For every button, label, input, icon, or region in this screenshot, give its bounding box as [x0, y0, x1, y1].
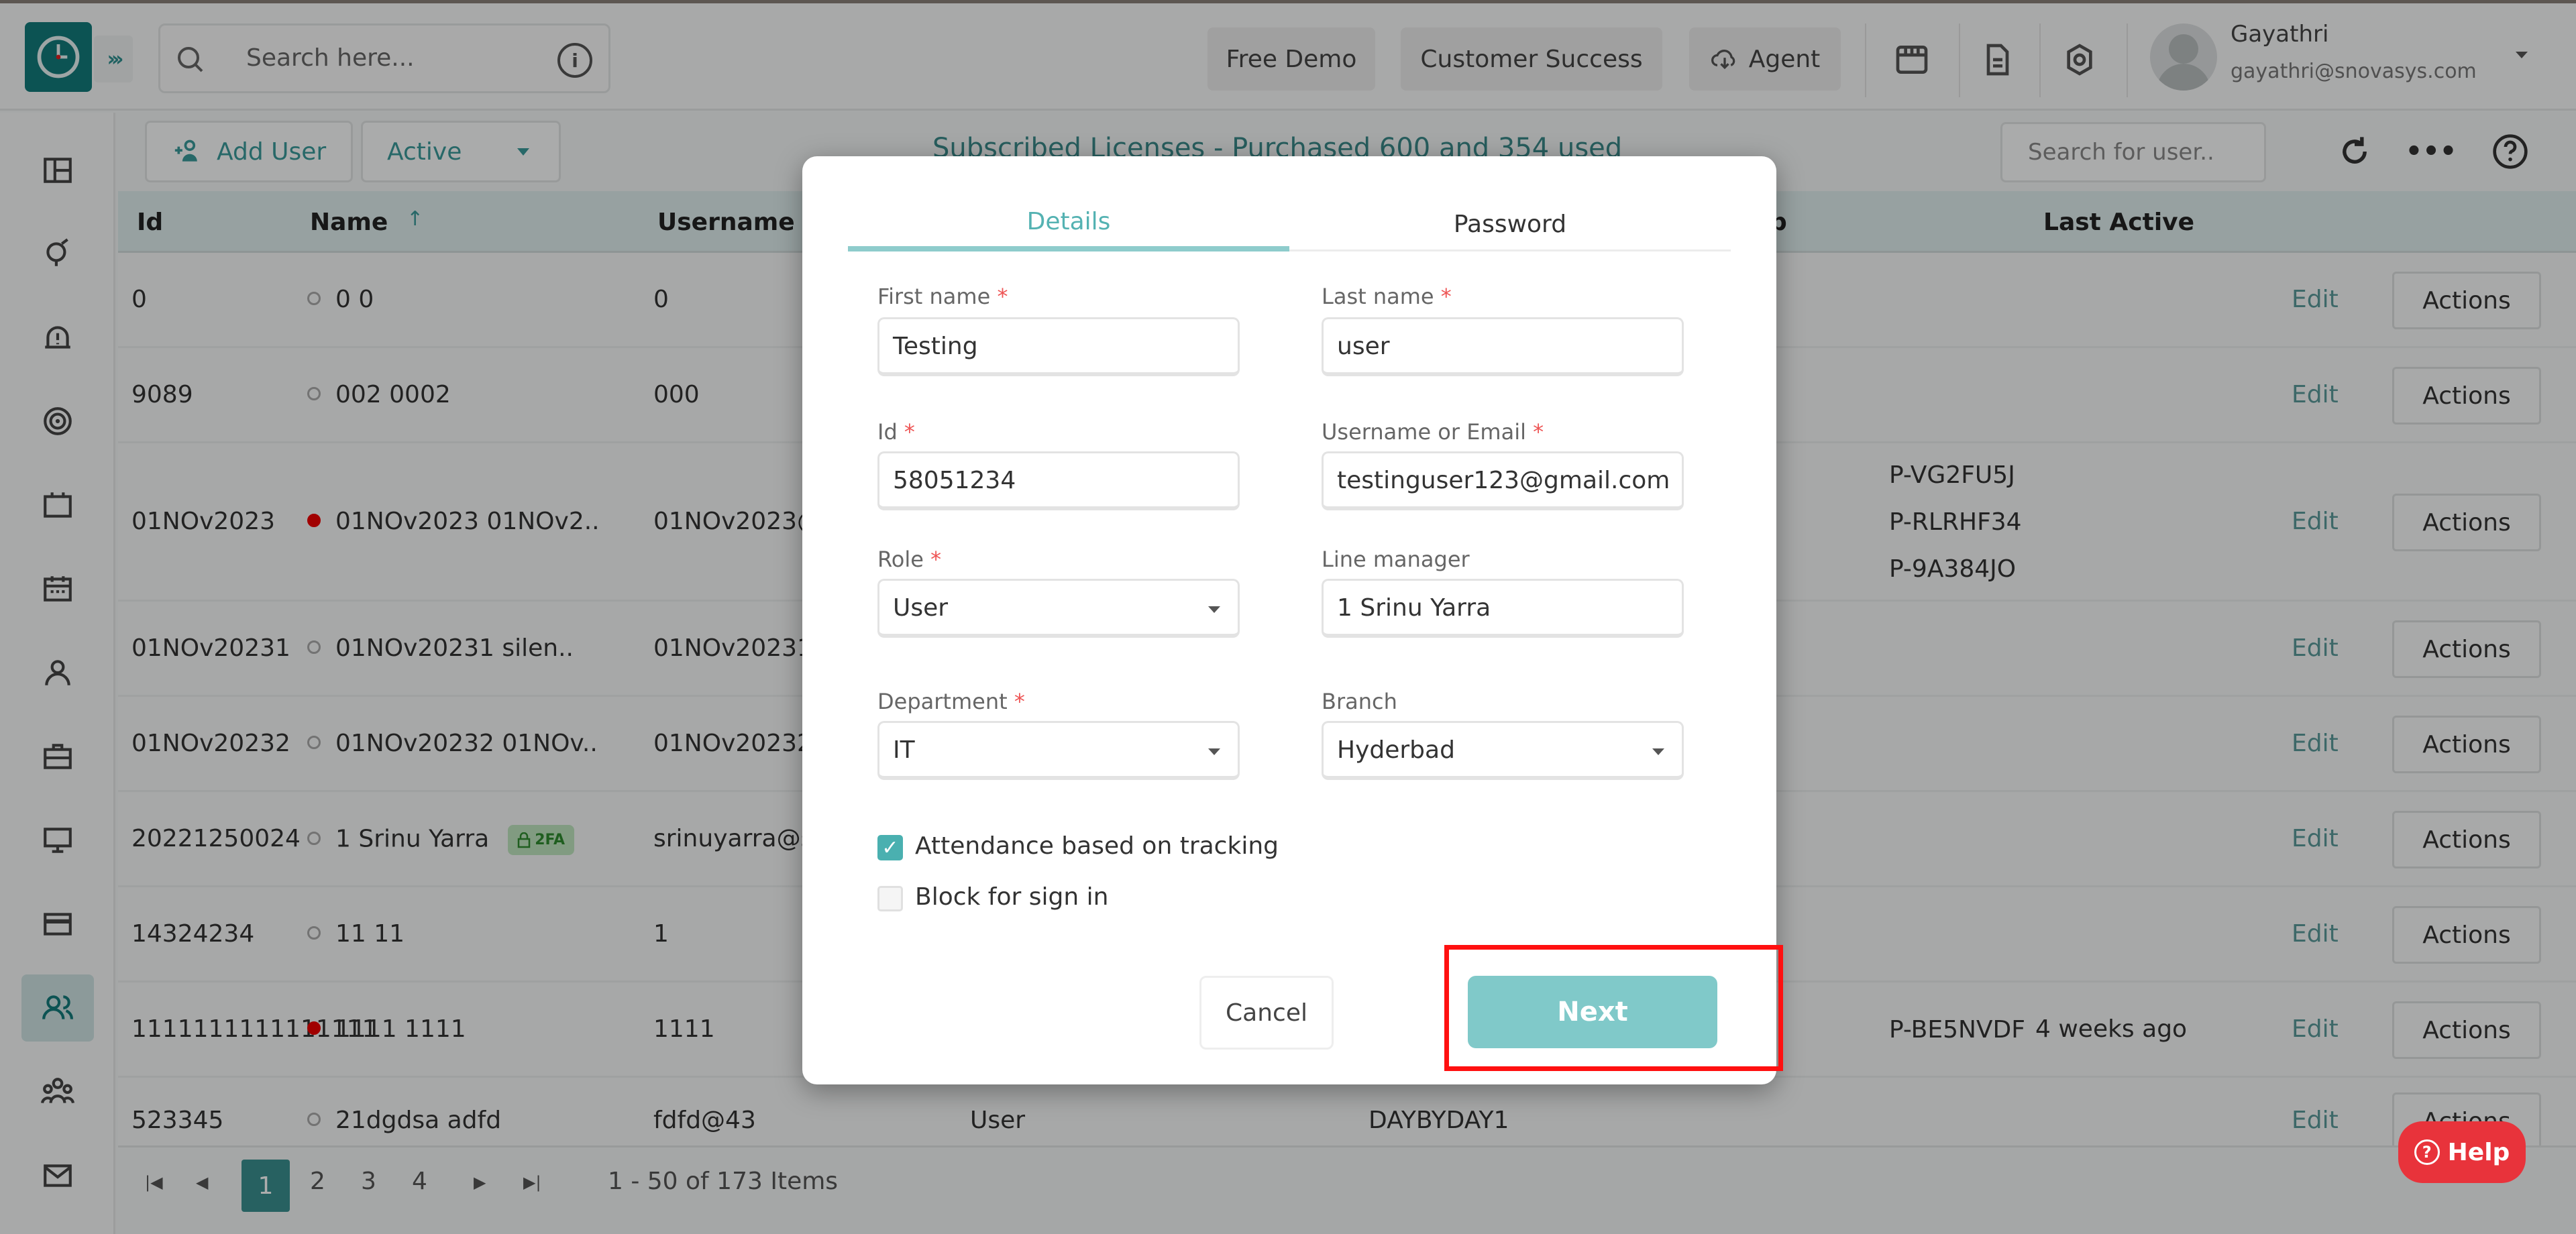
username-label: Username or Email *	[1322, 419, 1544, 445]
department-select[interactable]: IT	[877, 721, 1240, 780]
role-label: Role *	[877, 547, 942, 572]
attendance-checkbox[interactable]: ✓	[877, 835, 903, 860]
chevron-down-icon	[1208, 606, 1220, 613]
line-manager-value: 1 Srinu Yarra	[1337, 594, 1491, 622]
first-name-value: Testing	[893, 333, 978, 360]
line-manager-label: Line manager	[1322, 547, 1470, 572]
attendance-label[interactable]: Attendance based on tracking	[915, 832, 1279, 860]
checkmark-icon: ✓	[881, 836, 899, 860]
cancel-label: Cancel	[1226, 999, 1307, 1027]
last-name-input[interactable]: user	[1322, 317, 1684, 376]
line-manager-input[interactable]: 1 Srinu Yarra	[1322, 579, 1684, 638]
cancel-button[interactable]: Cancel	[1199, 976, 1334, 1050]
username-input[interactable]: testinguser123@gmail.com	[1322, 451, 1684, 510]
chevron-down-icon	[1208, 748, 1220, 755]
branch-value: Hyderbad	[1337, 736, 1455, 764]
first-name-label: First name *	[877, 284, 1008, 309]
role-value: User	[893, 594, 949, 622]
id-label: Id *	[877, 419, 915, 445]
department-value: IT	[893, 736, 915, 764]
department-label: Department *	[877, 689, 1025, 714]
username-value: testinguser123@gmail.com	[1337, 467, 1670, 494]
tab-password[interactable]: Password	[1289, 197, 1731, 251]
chevron-down-icon	[1652, 748, 1664, 755]
last-name-label: Last name *	[1322, 284, 1452, 309]
tab-details[interactable]: Details	[848, 197, 1289, 251]
block-signin-checkbox[interactable]	[877, 886, 903, 911]
question-circle-icon: ?	[2414, 1139, 2440, 1165]
branch-label: Branch	[1322, 689, 1397, 714]
last-name-value: user	[1337, 333, 1390, 360]
annotation-highlight-box	[1444, 945, 1783, 1071]
first-name-input[interactable]: Testing	[877, 317, 1240, 376]
help-label: Help	[2447, 1138, 2510, 1166]
help-button[interactable]: ? Help	[2398, 1121, 2526, 1183]
role-select[interactable]: User	[877, 579, 1240, 638]
block-signin-label[interactable]: Block for sign in	[915, 883, 1108, 911]
id-value: 58051234	[893, 467, 1016, 494]
branch-select[interactable]: Hyderbad	[1322, 721, 1684, 780]
id-input[interactable]: 58051234	[877, 451, 1240, 510]
modal-tabs: Details Password	[848, 197, 1731, 251]
